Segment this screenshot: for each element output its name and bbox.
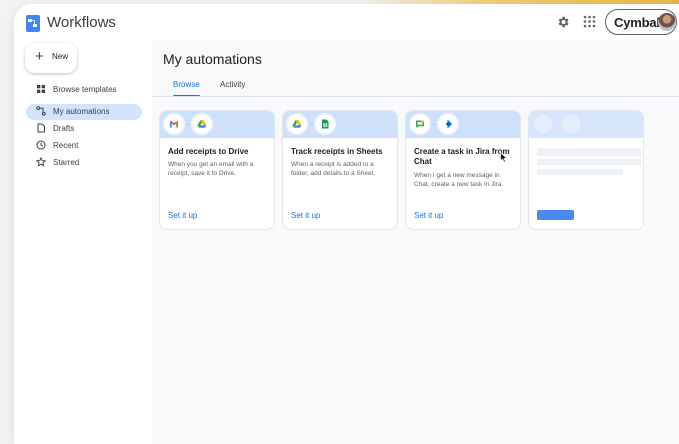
- star-icon: [36, 157, 46, 167]
- clock-icon: [36, 140, 46, 150]
- app-window: Workflows Cymbal + New Browse templates: [14, 4, 679, 444]
- automation-icon: [36, 106, 46, 116]
- tab-browse[interactable]: Browse: [173, 80, 200, 97]
- card-description: When I get a new message in Chat, create…: [414, 172, 504, 188]
- gear-icon[interactable]: [556, 15, 570, 29]
- tab-label: Browse: [173, 80, 200, 89]
- placeholder-line: [537, 148, 641, 156]
- tab-label: Activity: [220, 80, 246, 89]
- sidebar-item-label: Starred: [53, 158, 80, 167]
- new-button-label: New: [52, 52, 69, 61]
- placeholder-icon: [534, 115, 552, 133]
- card-title: Add receipts to Drive: [168, 147, 249, 156]
- avatar: [658, 13, 676, 31]
- sidebar-item-recent[interactable]: Recent: [26, 138, 142, 154]
- arrow-icon: –: [186, 121, 190, 128]
- arrow-icon: –: [309, 121, 313, 128]
- mouse-cursor-icon: [500, 152, 508, 163]
- main-content: My automations Browse Activity – Add rec…: [152, 40, 679, 444]
- page-title: My automations: [163, 51, 262, 67]
- account-name: Cymbal: [614, 15, 660, 30]
- set-it-up-link[interactable]: Set it up: [414, 211, 443, 220]
- template-card[interactable]: – Add receipts to Drive When you get an …: [160, 111, 274, 229]
- card-description: When a receipt is added to a folder, add…: [291, 161, 376, 177]
- sidebar-item-label: Recent: [53, 141, 79, 150]
- arrow-icon: –: [432, 121, 436, 128]
- placeholder-line: [537, 169, 623, 175]
- placeholder-line: [537, 159, 641, 165]
- apps-grid-icon[interactable]: [583, 15, 596, 28]
- tab-activity[interactable]: Activity: [220, 80, 245, 96]
- card-description: When you get an email with a receipt, sa…: [168, 161, 254, 177]
- sidebar-item-label: Drafts: [53, 124, 75, 133]
- chat-icon: [411, 115, 429, 133]
- sidebar-item-drafts[interactable]: Drafts: [26, 121, 142, 137]
- sidebar-item-label: My automations: [53, 107, 110, 116]
- workflows-logo-icon: [26, 15, 40, 32]
- new-button[interactable]: + New: [25, 43, 77, 73]
- placeholder-icon: [562, 115, 580, 133]
- gmail-icon: [165, 115, 183, 133]
- drive-icon: [193, 115, 211, 133]
- sidebar-item-label: Browse templates: [53, 85, 117, 94]
- sheets-icon: [316, 115, 334, 133]
- set-it-up-link[interactable]: Set it up: [291, 211, 320, 220]
- template-card[interactable]: – Create a task in Jira from Chat When I…: [406, 111, 520, 229]
- sidebar-item-browse-templates[interactable]: Browse templates: [26, 82, 142, 98]
- plus-icon: +: [35, 48, 44, 65]
- grid-icon: [37, 85, 45, 93]
- account-chip[interactable]: Cymbal: [605, 9, 677, 35]
- card-title: Track receipts in Sheets: [291, 147, 383, 156]
- top-bar: Workflows Cymbal: [14, 4, 679, 40]
- set-it-up-link[interactable]: Set it up: [168, 211, 197, 220]
- template-card[interactable]: – Track receipts in Sheets When a receip…: [283, 111, 397, 229]
- app-title: Workflows: [47, 14, 116, 31]
- sidebar-item-my-automations[interactable]: My automations: [26, 104, 142, 120]
- card-title: Create a task in Jira from Chat: [414, 147, 510, 166]
- tabs-divider: [152, 96, 679, 97]
- placeholder-button: [537, 210, 574, 220]
- draft-icon: [37, 123, 45, 133]
- jira-icon: [439, 115, 457, 133]
- skeleton-card: [529, 111, 643, 229]
- sidebar-item-starred[interactable]: Starred: [26, 155, 142, 171]
- drive-icon: [288, 115, 306, 133]
